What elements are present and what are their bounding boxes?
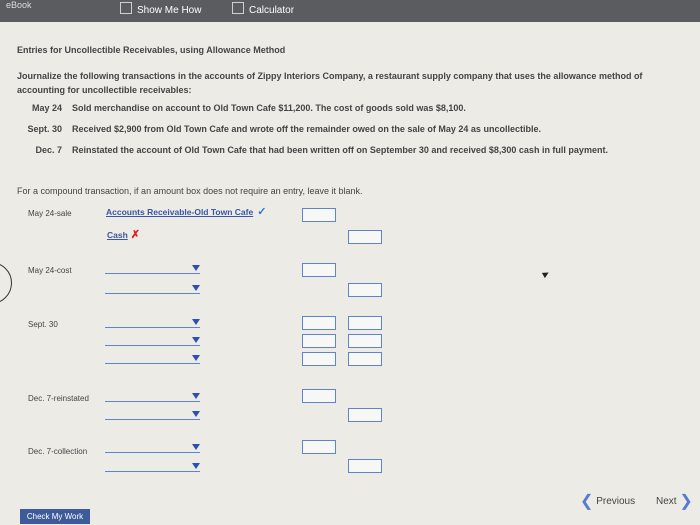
transaction-text: Reinstated the account of Old Town Cafe … xyxy=(72,145,608,155)
transaction-text: Received $2,900 from Old Town Cafe and w… xyxy=(72,124,541,134)
cursor-circle xyxy=(0,262,12,304)
entry-label-dec7-reinstated: Dec. 7-reinstated xyxy=(28,394,89,403)
credit-amount-input[interactable] xyxy=(348,283,382,297)
debit-account-value: Accounts Receivable-Old Town Cafe xyxy=(106,207,254,217)
problem-intro: Journalize the following transactions in… xyxy=(17,71,643,95)
dropdown-arrow-icon xyxy=(192,319,200,325)
debit-amount-input[interactable] xyxy=(302,316,336,330)
chevron-left-icon: ❮ xyxy=(580,493,594,510)
account-select[interactable] xyxy=(105,284,200,294)
x-icon: ✗ xyxy=(130,229,141,241)
account-select[interactable] xyxy=(105,354,200,364)
credit-amount-input[interactable] xyxy=(348,334,382,348)
account-select[interactable] xyxy=(105,318,200,328)
dropdown-arrow-icon xyxy=(192,411,200,417)
account-select[interactable] xyxy=(105,410,200,420)
credit-amount-input[interactable] xyxy=(348,408,382,422)
entry-label-may24-cost: May 24-cost xyxy=(28,266,72,275)
check-my-work-button[interactable]: Check My Work xyxy=(20,509,90,524)
credit-account-value: Cash xyxy=(107,230,128,240)
entry-label-dec7-collection: Dec. 7-collection xyxy=(28,447,88,456)
account-select[interactable] xyxy=(105,462,200,472)
debit-amount-input[interactable] xyxy=(302,334,336,348)
previous-button[interactable]: ❮ Previous xyxy=(580,491,635,511)
entry-label-sept30: Sept. 30 xyxy=(28,320,58,329)
entry-label-may24-sale: May 24-sale xyxy=(28,209,72,218)
dropdown-arrow-icon xyxy=(192,355,200,361)
toolbar: eBook Show Me How Calculator xyxy=(0,0,700,22)
ebook-tab[interactable]: eBook xyxy=(6,0,32,16)
next-button[interactable]: Next ❯ xyxy=(656,491,693,511)
credit-amount-input[interactable] xyxy=(348,352,382,366)
previous-label: Previous xyxy=(596,496,636,507)
dropdown-arrow-icon xyxy=(192,444,200,450)
debit-amount-input[interactable] xyxy=(302,263,336,277)
dropdown-arrow-icon xyxy=(192,285,200,291)
dropdown-arrow-icon xyxy=(192,463,200,469)
dropdown-arrow-icon xyxy=(192,337,200,343)
problem-content: Entries for Uncollectible Receivables, u… xyxy=(0,22,700,525)
debit-amount-input[interactable] xyxy=(302,208,336,222)
account-select[interactable] xyxy=(105,392,200,402)
show-me-how-icon xyxy=(120,2,132,14)
dropdown-arrow-icon xyxy=(192,393,200,399)
debit-amount-input[interactable] xyxy=(302,389,336,403)
credit-account-select[interactable]: Cash ✗ xyxy=(107,228,140,241)
debit-amount-input[interactable] xyxy=(302,440,336,454)
problem-title: Entries for Uncollectible Receivables, u… xyxy=(17,45,286,55)
calculator-icon xyxy=(232,2,244,14)
transaction-text: Sold merchandise on account to Old Town … xyxy=(72,103,466,113)
dropdown-arrow-icon xyxy=(192,265,200,271)
show-me-how-label: Show Me How xyxy=(137,5,202,16)
instruction-text: For a compound transaction, if an amount… xyxy=(17,186,363,196)
account-select[interactable] xyxy=(105,443,200,453)
credit-amount-input[interactable] xyxy=(348,230,382,244)
debit-account-select[interactable]: Accounts Receivable-Old Town Cafe ✓ xyxy=(106,205,266,218)
calculator-label: Calculator xyxy=(249,5,295,16)
show-me-how-tab[interactable]: Show Me How xyxy=(120,0,201,22)
mouse-pointer-icon xyxy=(541,269,551,279)
transaction-date: Dec. 7 xyxy=(35,145,62,155)
chevron-right-icon: ❯ xyxy=(679,493,693,510)
calculator-tab[interactable]: Calculator xyxy=(232,0,294,22)
check-icon: ✓ xyxy=(257,206,267,218)
transaction-date: May 24 xyxy=(31,103,62,113)
credit-amount-input[interactable] xyxy=(348,316,382,330)
account-select[interactable] xyxy=(105,336,200,346)
next-label: Next xyxy=(656,496,677,507)
transaction-date: Sept. 30 xyxy=(27,124,62,134)
account-select[interactable] xyxy=(105,264,200,274)
debit-amount-input[interactable] xyxy=(302,352,336,366)
credit-amount-input[interactable] xyxy=(348,459,382,473)
